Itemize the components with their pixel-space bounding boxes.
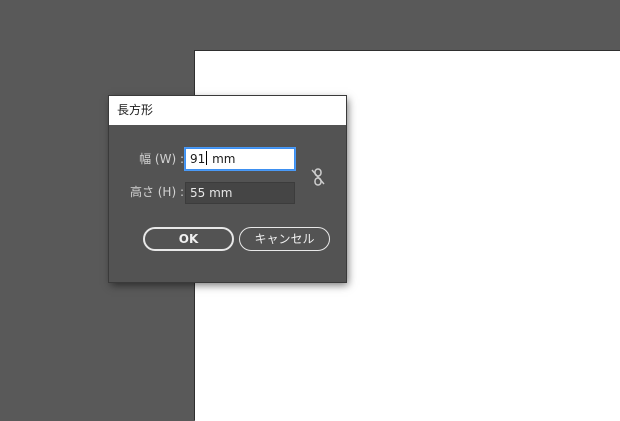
dialog-titlebar[interactable]: 長方形 [109,96,346,125]
width-value: 91 [190,152,206,166]
ok-button[interactable]: OK [143,227,234,251]
width-label: 幅 (W) : [139,152,184,166]
width-unit: mm [208,152,236,166]
height-field[interactable]: 55 mm [185,182,295,204]
cancel-button[interactable]: キャンセル [239,227,330,251]
unlinked-chain-icon[interactable] [311,168,325,186]
height-value: 55 mm [190,186,233,200]
width-field[interactable]: 91 mm [185,148,295,170]
height-label: 高さ (H) : [129,185,184,199]
dialog-title: 長方形 [117,103,154,117]
rectangle-dialog: 長方形 幅 (W) : 91 mm 高さ (H) : 55 mm OK キャンセ… [109,96,346,282]
